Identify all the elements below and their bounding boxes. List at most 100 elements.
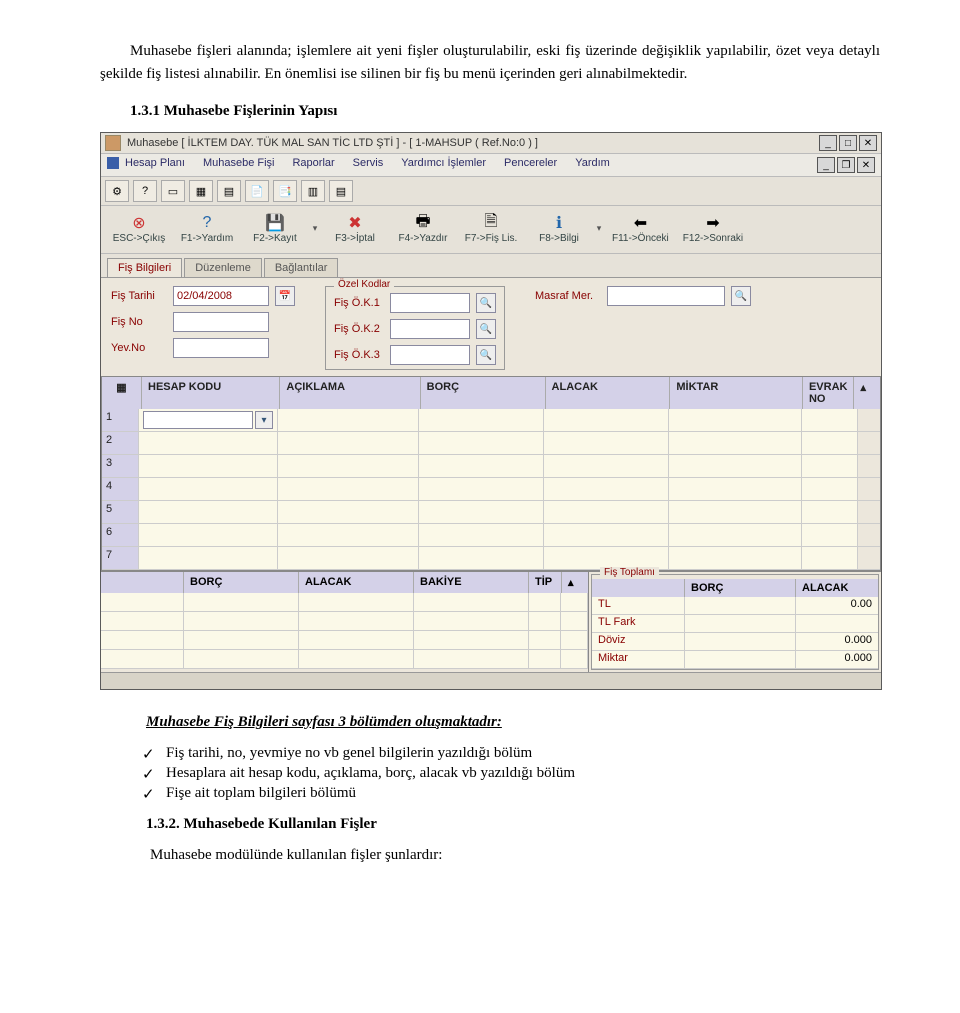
fis-toplam-legend: Fiş Toplamı [600, 567, 659, 578]
cell[interactable] [419, 409, 544, 431]
dropdown-icon[interactable]: ▾ [309, 210, 321, 247]
col-miktar[interactable]: MİKTAR [670, 377, 803, 409]
ft-col-borc: BORÇ [685, 579, 796, 597]
row-number: 2 [102, 432, 139, 454]
child-min-button[interactable]: _ [817, 157, 835, 173]
cell[interactable] [544, 409, 669, 431]
yev-no-input[interactable] [173, 338, 269, 358]
function-toolbar: ⊗ESC->Çıkış ?F1->Yardım 💾F2->Kayıt ▾ ✖F3… [101, 206, 881, 254]
sum-col-borc: BORÇ [184, 572, 299, 593]
grid-row[interactable]: 4 [102, 478, 880, 501]
ok2-input[interactable] [390, 319, 470, 339]
menu-yardim[interactable]: Yardım [575, 157, 610, 173]
scroll-up-icon[interactable]: ▴ [854, 377, 880, 409]
lookup-icon[interactable]: 🔍 [476, 319, 496, 339]
col-aciklama[interactable]: AÇIKLAMA [280, 377, 420, 409]
cell[interactable] [669, 409, 802, 431]
menu-hesap-plani[interactable]: Hesap Planı [125, 157, 185, 173]
lookup-icon[interactable]: 🔍 [731, 286, 751, 306]
dropdown-icon-2[interactable]: ▾ [593, 210, 605, 247]
window-title: Muhasebe [ İLKTEM DAY. TÜK MAL SAN TİC L… [127, 137, 819, 149]
grid-row[interactable]: 2 [102, 432, 880, 455]
lookup-icon[interactable]: 🔍 [476, 345, 496, 365]
menu-muhasebe-fisi[interactable]: Muhasebe Fişi [203, 157, 275, 173]
child-restore-button[interactable]: ❐ [837, 157, 855, 173]
fis-no-input[interactable] [173, 312, 269, 332]
entry-grid: ▦ HESAP KODU AÇIKLAMA BORÇ ALACAK MİKTAR… [101, 376, 881, 571]
hesap-cell-input[interactable] [143, 411, 253, 429]
tool-icon-6[interactable]: 📄 [245, 180, 269, 202]
scroll-up-icon[interactable]: ▴ [562, 572, 588, 593]
grid-row[interactable]: 6 [102, 524, 880, 547]
fis-tarihi-input[interactable]: 02/04/2008 [173, 286, 269, 306]
lookup-icon[interactable]: ▾ [255, 411, 273, 429]
tool-icon-7[interactable]: 📑 [273, 180, 297, 202]
tool-icon-8[interactable]: ▥ [301, 180, 325, 202]
tool-icon-2[interactable]: ? [133, 180, 157, 202]
row-number: 7 [102, 547, 139, 569]
menu-yardimci-islemler[interactable]: Yardımcı İşlemler [401, 157, 486, 173]
summary-row [101, 631, 588, 650]
ok1-label: Fiş Ö.K.1 [334, 297, 384, 309]
grid-row[interactable]: 3 [102, 455, 880, 478]
grid-row[interactable]: 5 [102, 501, 880, 524]
summary-row [101, 650, 588, 669]
intro-paragraph: Muhasebe fişleri alanında; işlemlere ait… [100, 40, 880, 85]
f1-yardim-button[interactable]: ?F1->Yardım [173, 210, 241, 247]
tool-icon-9[interactable]: ▤ [329, 180, 353, 202]
col-evrak-no[interactable]: EVRAK NO [803, 377, 855, 409]
menu-raporlar[interactable]: Raporlar [292, 157, 334, 173]
tool-icon-3[interactable]: ▭ [161, 180, 185, 202]
tab-fis-bilgileri[interactable]: Fiş Bilgileri [107, 258, 182, 277]
f7-fislis-button[interactable]: 🗎F7->Fiş Lis. [457, 210, 525, 247]
f3-iptal-button[interactable]: ✖F3->İptal [321, 210, 389, 247]
tab-duzenleme[interactable]: Düzenleme [184, 258, 262, 277]
child-close-button[interactable]: ✕ [857, 157, 875, 173]
menu-servis[interactable]: Servis [353, 157, 384, 173]
lookup-icon[interactable]: 🔍 [476, 293, 496, 313]
sum-col-alacak: ALACAK [299, 572, 414, 593]
ok1-input[interactable] [390, 293, 470, 313]
maximize-button[interactable]: □ [839, 135, 857, 151]
ft-row-doviz: Döviz 0.000 [592, 633, 878, 651]
app-window: Muhasebe [ İLKTEM DAY. TÜK MAL SAN TİC L… [100, 132, 882, 690]
cell[interactable] [802, 409, 858, 431]
menu-pencereler[interactable]: Pencereler [504, 157, 557, 173]
para-fisler: Muhasebe modülünde kullanılan fişler şun… [150, 847, 880, 864]
grid-rowselect-icon[interactable]: ▦ [102, 377, 142, 409]
esc-cikis-button[interactable]: ⊗ESC->Çıkış [105, 210, 173, 247]
cell[interactable] [278, 409, 419, 431]
calendar-icon[interactable]: 📅 [275, 286, 295, 306]
row-number: 3 [102, 455, 139, 477]
yev-no-label: Yev.No [111, 342, 167, 354]
col-hesap-kodu[interactable]: HESAP KODU [142, 377, 280, 409]
grid-row[interactable]: 1 ▾ [102, 409, 880, 432]
minimize-button[interactable]: _ [819, 135, 837, 151]
masraf-input[interactable] [607, 286, 725, 306]
grid-row[interactable]: 7 [102, 547, 880, 570]
sum-col-blank [101, 572, 184, 593]
col-alacak[interactable]: ALACAK [546, 377, 671, 409]
statusbar [101, 672, 881, 689]
tool-icon-5[interactable]: ▤ [217, 180, 241, 202]
f2-kayit-button[interactable]: 💾F2->Kayıt [241, 210, 309, 247]
menubar: Hesap Planı Muhasebe Fişi Raporlar Servi… [101, 154, 881, 177]
tool-icon-4[interactable]: ▦ [189, 180, 213, 202]
f11-onceki-button[interactable]: ⬅F11->Önceki [605, 210, 676, 247]
titlebar: Muhasebe [ İLKTEM DAY. TÜK MAL SAN TİC L… [101, 133, 881, 154]
tab-baglantilar[interactable]: Bağlantılar [264, 258, 339, 277]
scrollbar[interactable] [858, 409, 880, 431]
ft-row-miktar: Miktar 0.000 [592, 651, 878, 669]
f12-sonraki-button[interactable]: ➡F12->Sonraki [676, 210, 750, 247]
col-borc[interactable]: BORÇ [421, 377, 546, 409]
f8-bilgi-button[interactable]: ℹF8->Bilgi [525, 210, 593, 247]
ok3-input[interactable] [390, 345, 470, 365]
masraf-label: Masraf Mer. [535, 290, 601, 302]
icon-toolbar: ⚙ ? ▭ ▦ ▤ 📄 📑 ▥ ▤ [101, 177, 881, 206]
close-button[interactable]: ✕ [859, 135, 877, 151]
f4-yazdir-button[interactable]: 🖶F4->Yazdır [389, 210, 457, 247]
tool-icon-1[interactable]: ⚙ [105, 180, 129, 202]
ft-row-tl: TL 0.00 [592, 597, 878, 615]
form-area: Fiş Tarihi 02/04/2008 📅 Fiş No Yev.No Öz… [101, 277, 881, 376]
ozel-kodlar-group: Özel Kodlar Fiş Ö.K.1 🔍 Fiş Ö.K.2 🔍 Fiş … [325, 286, 505, 370]
